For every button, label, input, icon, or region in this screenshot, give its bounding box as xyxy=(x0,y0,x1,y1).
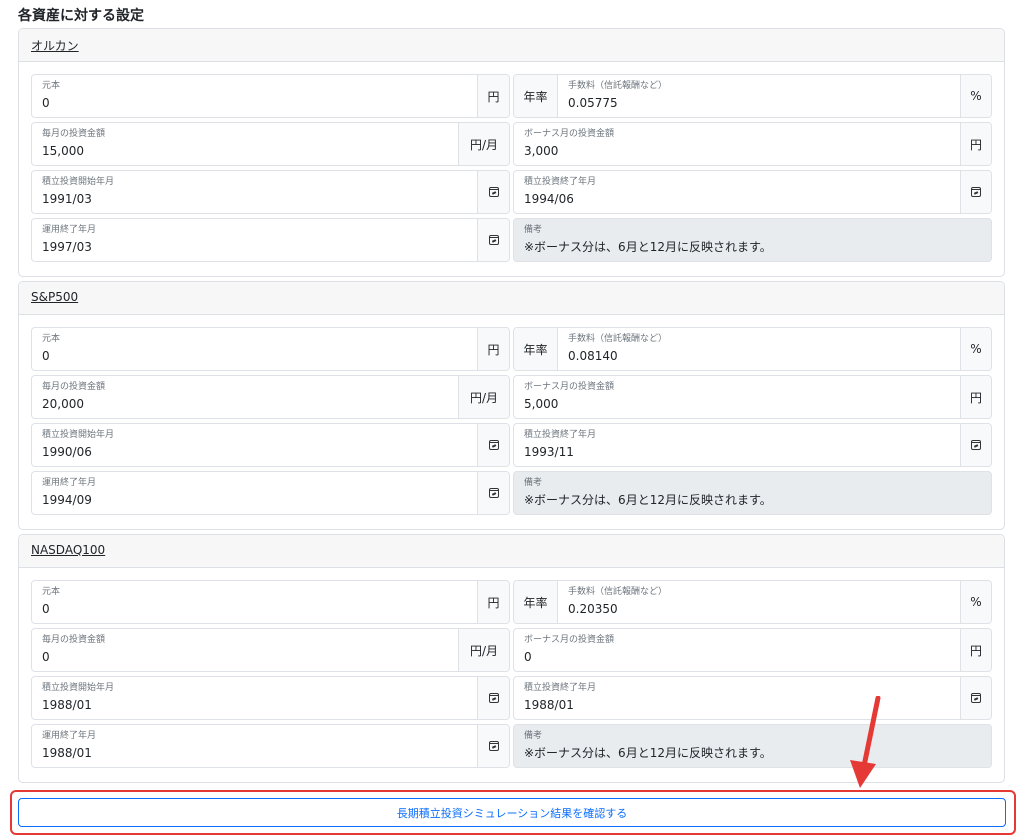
calendar-button[interactable] xyxy=(477,171,509,213)
unit-yen: 円 xyxy=(960,376,991,418)
calendar-button[interactable] xyxy=(477,472,509,514)
asset-name[interactable]: オルカン xyxy=(31,39,79,53)
calendar-button[interactable] xyxy=(477,725,509,767)
fee-value[interactable]: 0.20350 xyxy=(568,602,950,616)
note-value: ※ボーナス分は、6月と12月に反映されます。 xyxy=(524,240,772,254)
principal-field[interactable]: 元本 0 円 xyxy=(31,327,510,371)
calendar-icon xyxy=(971,440,981,450)
bonus-amount-field[interactable]: ボーナス月の投資金額 5,000 円 xyxy=(513,375,992,419)
monthly-amount-field[interactable]: 毎月の投資金額 15,000 円/月 xyxy=(31,122,510,166)
end-month-value[interactable]: 1993/11 xyxy=(524,445,950,459)
calendar-icon xyxy=(488,693,499,703)
unit-yen-per-month: 円/月 xyxy=(458,629,509,671)
start-month-field[interactable]: 積立投資開始年月 1990/06 xyxy=(31,423,510,467)
calendar-icon xyxy=(488,488,499,498)
bonus-amount-value[interactable]: 3,000 xyxy=(524,144,950,158)
principal-field[interactable]: 元本 0 円 xyxy=(31,74,510,118)
asset-name[interactable]: S&P500 xyxy=(31,290,78,304)
unit-yen: 円 xyxy=(477,328,509,370)
end-month-field[interactable]: 積立投資終了年月 1988/01 xyxy=(513,676,992,720)
fee-value[interactable]: 0.05775 xyxy=(568,96,950,110)
monthly-amount-value[interactable]: 0 xyxy=(42,650,448,664)
principal-value[interactable]: 0 xyxy=(42,349,467,363)
monthly-amount-value[interactable]: 15,000 xyxy=(42,144,448,158)
calendar-icon xyxy=(488,440,499,450)
card-header: オルカン xyxy=(19,29,1004,62)
rate-prefix: 年率 xyxy=(514,75,558,117)
unit-percent: % xyxy=(960,328,991,370)
unit-percent: % xyxy=(960,581,991,623)
monthly-amount-field[interactable]: 毎月の投資金額 0 円/月 xyxy=(31,628,510,672)
bonus-amount-field[interactable]: ボーナス月の投資金額 0 円 xyxy=(513,628,992,672)
note-field: 備考 ※ボーナス分は、6月と12月に反映されます。 xyxy=(513,218,992,262)
unit-yen-per-month: 円/月 xyxy=(458,123,509,165)
calendar-button[interactable] xyxy=(960,424,991,466)
calendar-icon xyxy=(488,235,499,245)
calendar-icon xyxy=(971,187,981,197)
unit-percent: % xyxy=(960,75,991,117)
start-month-value[interactable]: 1990/06 xyxy=(42,445,467,459)
card-header: NASDAQ100 xyxy=(19,535,1004,568)
start-month-value[interactable]: 1991/03 xyxy=(42,192,467,206)
unit-yen: 円 xyxy=(477,581,509,623)
fee-field[interactable]: 年率 手数料（信託報酬など） 0.08140 % xyxy=(513,327,992,371)
asset-name[interactable]: NASDAQ100 xyxy=(31,543,105,557)
note-value: ※ボーナス分は、6月と12月に反映されます。 xyxy=(524,746,772,760)
end-month-value[interactable]: 1994/06 xyxy=(524,192,950,206)
principal-value[interactable]: 0 xyxy=(42,96,467,110)
calendar-button[interactable] xyxy=(960,171,991,213)
fee-value[interactable]: 0.08140 xyxy=(568,349,950,363)
note-field: 備考 ※ボーナス分は、6月と12月に反映されます。 xyxy=(513,471,992,515)
view-results-button[interactable]: 長期積立投資シミュレーション結果を確認する xyxy=(18,798,1006,827)
end-month-field[interactable]: 積立投資終了年月 1993/11 xyxy=(513,423,992,467)
run-end-month-field[interactable]: 運用終了年月 1988/01 xyxy=(31,724,510,768)
calendar-button[interactable] xyxy=(477,677,509,719)
unit-yen: 円 xyxy=(960,123,991,165)
unit-yen: 円 xyxy=(477,75,509,117)
bonus-amount-value[interactable]: 5,000 xyxy=(524,397,950,411)
monthly-amount-field[interactable]: 毎月の投資金額 20,000 円/月 xyxy=(31,375,510,419)
calendar-button[interactable] xyxy=(477,219,509,261)
principal-value[interactable]: 0 xyxy=(42,602,467,616)
red-arrow-icon xyxy=(850,696,881,788)
rate-prefix: 年率 xyxy=(514,581,558,623)
bonus-amount-field[interactable]: ボーナス月の投資金額 3,000 円 xyxy=(513,122,992,166)
unit-yen-per-month: 円/月 xyxy=(458,376,509,418)
start-month-value[interactable]: 1988/01 xyxy=(42,698,467,712)
fee-field[interactable]: 年率 手数料（信託報酬など） 0.20350 % xyxy=(513,580,992,624)
principal-field[interactable]: 元本 0 円 xyxy=(31,580,510,624)
highlight-box: 長期積立投資シミュレーション結果を確認する xyxy=(10,790,1016,835)
unit-yen: 円 xyxy=(960,629,991,671)
rate-prefix: 年率 xyxy=(514,328,558,370)
page-title: 各資産に対する設定 xyxy=(18,8,144,24)
calendar-icon xyxy=(488,741,499,751)
note-field: 備考 ※ボーナス分は、6月と12月に反映されます。 xyxy=(513,724,992,768)
calendar-button[interactable] xyxy=(960,677,991,719)
bonus-amount-value[interactable]: 0 xyxy=(524,650,950,664)
card-header: S&P500 xyxy=(19,282,1004,315)
run-end-month-value[interactable]: 1988/01 xyxy=(42,746,467,760)
run-end-month-field[interactable]: 運用終了年月 1997/03 xyxy=(31,218,510,262)
end-month-field[interactable]: 積立投資終了年月 1994/06 xyxy=(513,170,992,214)
note-value: ※ボーナス分は、6月と12月に反映されます。 xyxy=(524,493,772,507)
run-end-month-field[interactable]: 運用終了年月 1994/09 xyxy=(31,471,510,515)
run-end-month-value[interactable]: 1997/03 xyxy=(42,240,467,254)
monthly-amount-value[interactable]: 20,000 xyxy=(42,397,448,411)
start-month-field[interactable]: 積立投資開始年月 1991/03 xyxy=(31,170,510,214)
calendar-icon xyxy=(488,187,499,197)
fee-field[interactable]: 年率 手数料（信託報酬など） 0.05775 % xyxy=(513,74,992,118)
calendar-button[interactable] xyxy=(477,424,509,466)
start-month-field[interactable]: 積立投資開始年月 1988/01 xyxy=(31,676,510,720)
run-end-month-value[interactable]: 1994/09 xyxy=(42,493,467,507)
calendar-icon xyxy=(971,693,981,703)
